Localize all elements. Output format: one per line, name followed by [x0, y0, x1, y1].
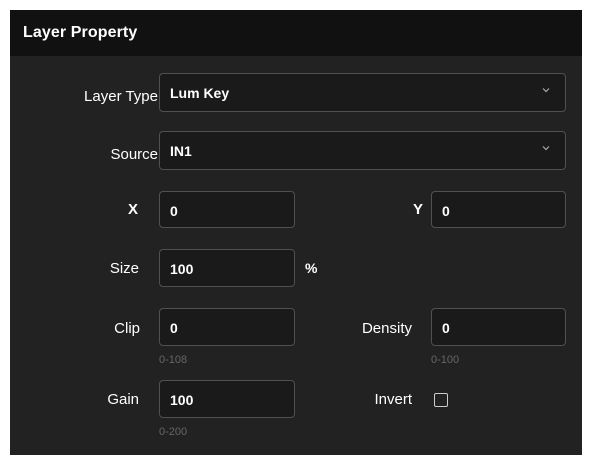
clip-value: 0: [170, 320, 178, 336]
gain-value: 100: [170, 392, 194, 408]
layer-type-value: Lum Key: [170, 85, 230, 101]
y-value: 0: [442, 203, 450, 219]
density-label: Density: [361, 320, 412, 337]
invert-label: Invert: [374, 391, 412, 408]
gain-label: Gain: [107, 391, 139, 408]
layer-property-panel: Layer Property Layer Type Lum Key Source…: [10, 10, 582, 455]
invert-checkbox[interactable]: [434, 393, 448, 407]
clip-label: Clip: [114, 320, 140, 337]
source-value: IN1: [170, 143, 192, 159]
source-label: Source: [110, 146, 158, 163]
gain-input[interactable]: 100: [159, 380, 295, 418]
layer-type-select[interactable]: Lum Key: [159, 73, 566, 112]
density-input[interactable]: 0: [431, 308, 566, 346]
size-unit: %: [305, 260, 318, 276]
panel-header: Layer Property: [10, 10, 582, 56]
size-label: Size: [109, 260, 139, 277]
layer-type-label: Layer Type: [84, 88, 158, 105]
clip-input[interactable]: 0: [159, 308, 295, 346]
x-input[interactable]: 0: [159, 191, 295, 228]
x-value: 0: [170, 203, 178, 219]
chevron-down-icon: [542, 88, 550, 93]
chevron-down-icon: [542, 146, 550, 151]
x-label: X: [127, 201, 138, 218]
y-input[interactable]: 0: [431, 191, 566, 228]
density-value: 0: [442, 320, 450, 336]
source-select[interactable]: IN1: [159, 131, 566, 170]
size-input[interactable]: 100: [159, 249, 295, 287]
gain-range-hint: 0-200: [159, 426, 188, 438]
clip-range-hint: 0-108: [159, 354, 188, 366]
size-value: 100: [170, 261, 194, 277]
y-label: Y: [412, 201, 423, 218]
density-range-hint: 0-100: [431, 354, 460, 366]
panel-title: Layer Property: [23, 24, 138, 41]
